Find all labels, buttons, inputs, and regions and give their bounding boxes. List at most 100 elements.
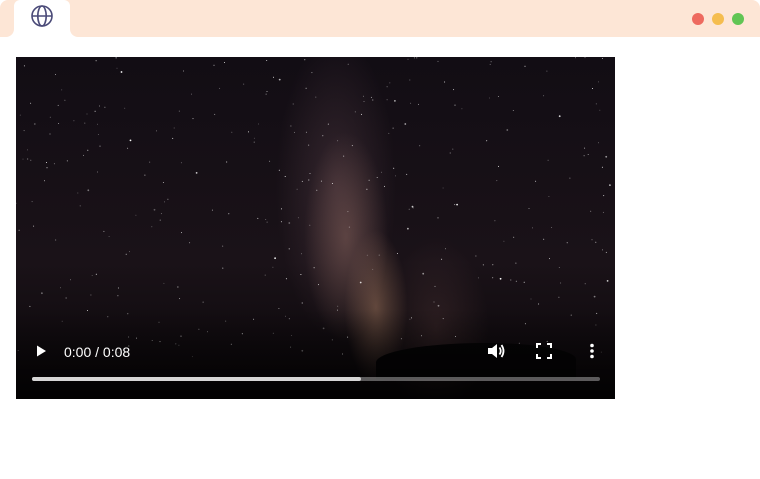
star (477, 277, 479, 279)
star (266, 221, 268, 223)
star (609, 184, 611, 186)
star (33, 123, 36, 125)
star (273, 76, 274, 78)
star (222, 267, 224, 269)
star (569, 177, 571, 179)
star (64, 99, 66, 101)
more-options-icon (589, 343, 595, 364)
maximize-window-button[interactable] (732, 13, 744, 25)
star (179, 298, 181, 300)
star (172, 137, 174, 139)
more-options-button[interactable] (580, 341, 604, 365)
star (313, 267, 315, 269)
star (90, 294, 92, 296)
star (584, 283, 586, 285)
star (95, 273, 97, 275)
star (224, 62, 225, 63)
star (601, 58, 603, 59)
star (265, 93, 267, 95)
star (528, 208, 530, 209)
minimize-window-button[interactable] (712, 13, 724, 25)
star (99, 105, 100, 107)
star (497, 96, 499, 97)
star (361, 113, 362, 115)
video-player[interactable]: 0:00 / 0:08 (16, 57, 615, 399)
star (292, 103, 294, 105)
play-button[interactable] (29, 341, 53, 365)
star (381, 171, 382, 173)
star (301, 302, 303, 304)
star (490, 61, 492, 63)
star (125, 253, 127, 255)
star (602, 211, 604, 213)
star (27, 149, 28, 151)
star (351, 145, 353, 147)
volume-button[interactable] (484, 341, 508, 365)
star (494, 220, 496, 222)
star (322, 135, 324, 137)
star (444, 81, 446, 83)
star (606, 280, 609, 282)
star (411, 205, 414, 208)
star (180, 162, 182, 164)
star (30, 159, 32, 161)
star (77, 192, 79, 194)
star (97, 171, 98, 173)
star (297, 217, 299, 219)
star (584, 147, 586, 149)
progress-bar[interactable] (32, 377, 600, 381)
star (492, 277, 494, 279)
star (422, 272, 425, 275)
star (318, 284, 319, 286)
star (79, 205, 81, 207)
star (441, 258, 443, 260)
star (301, 180, 303, 182)
star (44, 180, 45, 182)
star (547, 159, 549, 161)
star (94, 110, 96, 112)
star (512, 110, 514, 111)
star (61, 89, 63, 91)
star (363, 95, 364, 97)
star (202, 301, 204, 303)
star (117, 287, 119, 289)
star (308, 179, 310, 181)
star (378, 254, 380, 256)
star (475, 255, 477, 257)
star (496, 180, 498, 182)
star (437, 217, 439, 219)
star (376, 177, 378, 178)
star (327, 123, 329, 125)
star (535, 180, 537, 182)
star (347, 63, 349, 65)
star (558, 115, 561, 118)
star (211, 209, 213, 211)
star (395, 175, 396, 177)
star (162, 182, 164, 183)
star (558, 267, 560, 268)
star (288, 222, 291, 224)
star (370, 96, 372, 98)
browser-tab[interactable] (6, 0, 78, 37)
star (167, 198, 169, 200)
star (274, 257, 276, 260)
fullscreen-button[interactable] (532, 341, 556, 365)
star (127, 147, 129, 149)
star (449, 152, 451, 154)
star (27, 158, 29, 160)
star (560, 282, 562, 284)
star (486, 140, 488, 142)
window-controls (692, 13, 744, 25)
star (135, 214, 137, 216)
star (129, 251, 130, 253)
star (156, 130, 157, 132)
star (309, 173, 311, 174)
star (173, 127, 175, 129)
star (55, 239, 57, 241)
close-window-button[interactable] (692, 13, 704, 25)
star (524, 65, 526, 67)
star (437, 304, 440, 307)
star (418, 103, 419, 105)
star (117, 295, 119, 297)
star (18, 229, 20, 231)
